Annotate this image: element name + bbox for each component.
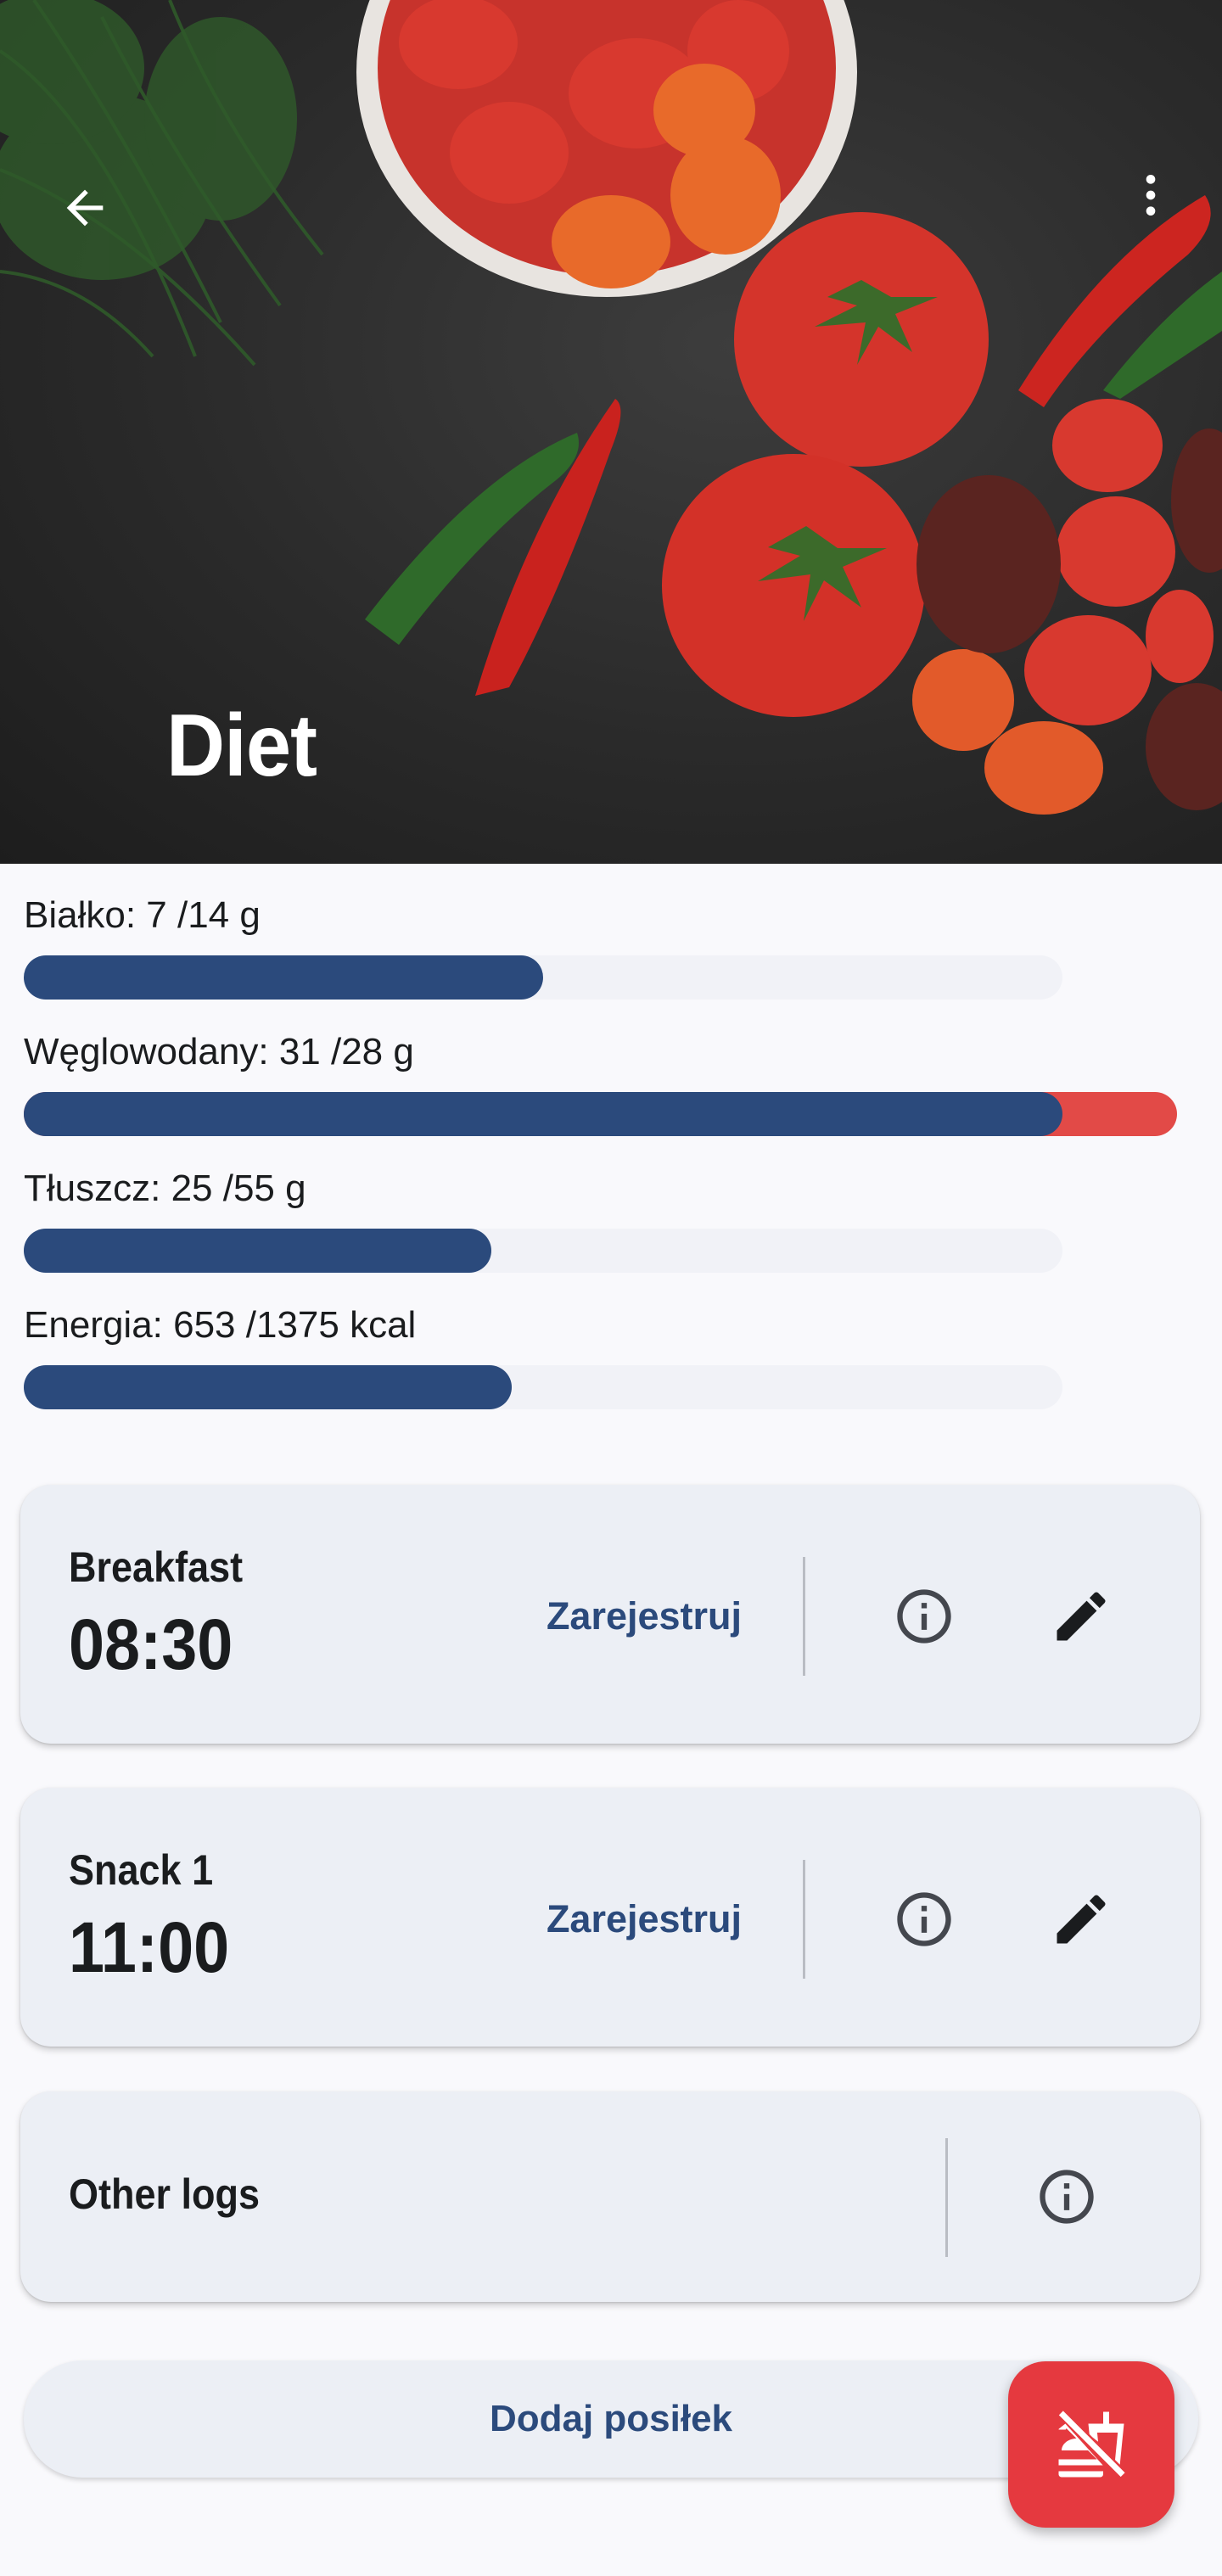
meal-time: 08:30 (69, 1604, 233, 1684)
no-food-fab[interactable] (1008, 2361, 1174, 2528)
meal-edit-button[interactable] (1034, 1873, 1128, 1966)
no-food-icon (1058, 2411, 1125, 2478)
meal-edit-button[interactable] (1034, 1570, 1128, 1663)
meal-time: 11:00 (69, 1907, 230, 1987)
info-icon (1040, 2170, 1094, 2224)
meal-info-button[interactable] (877, 1873, 971, 1966)
macro-carbs: Węglowodany: 31 /28 g (24, 1028, 1198, 1164)
divider (803, 1557, 805, 1676)
back-button[interactable] (42, 165, 127, 250)
progress-fill (24, 1229, 491, 1273)
other-logs-info-button[interactable] (1020, 2150, 1113, 2243)
more-options-button[interactable] (1108, 153, 1193, 238)
meal-card-snack-1[interactable]: Snack 1 11:00 Zarejestruj (20, 1788, 1200, 2047)
other-logs-label: Other logs (69, 2170, 261, 2218)
divider (945, 2138, 948, 2257)
other-logs-card[interactable]: Other logs (20, 2092, 1200, 2302)
meal-card-breakfast[interactable]: Breakfast 08:30 Zarejestruj (20, 1485, 1200, 1744)
meal-info-button[interactable] (877, 1570, 971, 1663)
register-meal-button[interactable]: Zarejestruj (496, 1877, 793, 1962)
macro-label: Energia: 653 /1375 kcal (24, 1304, 417, 1346)
edit-pencil-icon (1057, 1592, 1106, 1641)
info-icon (897, 1892, 951, 1946)
register-meal-button[interactable]: Zarejestruj (496, 1574, 793, 1659)
meal-name: Snack 1 (69, 1846, 214, 1894)
macro-protein: Białko: 7 /14 g (24, 891, 1198, 1028)
progress-fill (24, 1365, 512, 1409)
arrow-left-icon (66, 189, 104, 227)
progress-fill (24, 1092, 1062, 1136)
macro-label: Tłuszcz: 25 /55 g (24, 1168, 306, 1209)
macro-label: Węglowodany: 31 /28 g (24, 1031, 414, 1072)
hero-image: Diet (0, 0, 1222, 864)
page-title: Diet (166, 697, 317, 795)
macro-fat: Tłuszcz: 25 /55 g (24, 1164, 1198, 1301)
macro-summary: Białko: 7 /14 g Węglowodany: 31 /28 g Tł… (24, 891, 1198, 1437)
macro-label: Białko: 7 /14 g (24, 894, 261, 936)
edit-pencil-icon (1057, 1895, 1106, 1944)
progress-fill (24, 955, 543, 1000)
info-icon (897, 1589, 951, 1644)
more-vert-icon (1146, 175, 1156, 216)
meal-name: Breakfast (69, 1543, 244, 1591)
divider (803, 1860, 805, 1979)
macro-energy: Energia: 653 /1375 kcal (24, 1301, 1198, 1437)
